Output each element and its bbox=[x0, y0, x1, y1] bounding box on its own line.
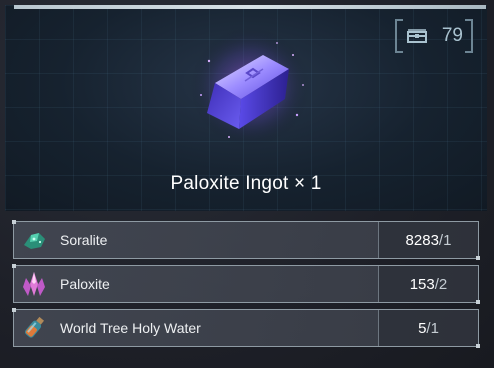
inventory-count-value: 79 bbox=[441, 25, 463, 46]
material-row-paloxite: Paloxite 153 / 2 bbox=[12, 264, 480, 304]
preview-top-bar bbox=[14, 5, 486, 9]
quantity-owned: 153 bbox=[409, 275, 435, 293]
material-name: Soralite bbox=[60, 232, 108, 248]
material-list: Soralite 8283 / 1 Paloxite 153 / 2 World… bbox=[12, 220, 480, 353]
quantity-required: 2 bbox=[438, 275, 448, 293]
material-name: Paloxite bbox=[60, 276, 110, 292]
material-quantity: 8283 / 1 bbox=[378, 222, 478, 258]
quantity-required: 1 bbox=[430, 319, 439, 337]
material-row-soralite: Soralite 8283 / 1 bbox=[12, 220, 480, 260]
inventory-count-badge: 79 bbox=[395, 17, 473, 55]
item-multiplier: × 1 bbox=[293, 173, 322, 194]
chest-icon bbox=[407, 28, 427, 44]
quantity-required: 1 bbox=[443, 231, 452, 249]
material-row-world-tree-holy-water: World Tree Holy Water 5 / 1 bbox=[12, 308, 480, 348]
crafting-panel: 79 Paloxite Ingot × 1 Soralite 8283 / 1 … bbox=[0, 0, 494, 368]
item-preview: 79 Paloxite Ingot × 1 bbox=[5, 5, 487, 211]
soralite-ore-icon bbox=[14, 221, 54, 259]
quantity-owned: 8283 bbox=[405, 231, 439, 249]
holy-water-vial-icon bbox=[14, 309, 54, 347]
item-name: Paloxite Ingot bbox=[170, 173, 289, 194]
paloxite-crystal-icon bbox=[14, 265, 54, 303]
paloxite-ingot-icon bbox=[185, 25, 315, 155]
material-quantity: 153 / 2 bbox=[378, 266, 478, 302]
material-name: World Tree Holy Water bbox=[60, 320, 201, 336]
item-title: Paloxite Ingot × 1 bbox=[5, 173, 487, 195]
quantity-owned: 5 bbox=[418, 319, 427, 337]
material-quantity: 5 / 1 bbox=[378, 310, 478, 346]
